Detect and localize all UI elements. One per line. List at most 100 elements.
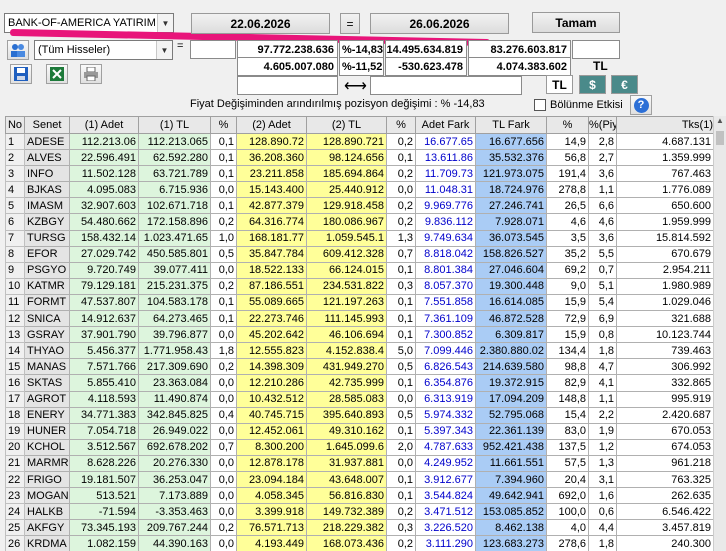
currency-tl-button[interactable]: TL	[546, 75, 573, 94]
scroll-up-arrow-icon[interactable]: ▲	[714, 116, 726, 130]
table-cell: 0,1	[386, 422, 416, 440]
table-cell: AKFGY	[24, 519, 70, 537]
column-header[interactable]: %	[210, 116, 237, 134]
table-cell: MOGAN	[24, 487, 70, 505]
table-row[interactable]: 22 FRIGO 19.181.507 36.253.047 0,0 23.094.184…	[5, 470, 713, 489]
table-cell: 22	[5, 470, 25, 489]
column-header[interactable]: (2) TL	[306, 116, 387, 134]
table-cell: 1,8	[588, 342, 617, 360]
table-row[interactable]: 17 AGROT 4.118.593 11.490.874 0,0 10.432.512 2…	[5, 390, 713, 408]
print-icon[interactable]	[80, 64, 102, 84]
column-header[interactable]: %	[546, 116, 589, 134]
data-grid[interactable]: No Senet (1) Adet (1) TL% (2) Adet (2) TL% Ade…	[5, 116, 713, 551]
table-row[interactable]: 14 THYAO 5.456.377 1.771.958.43 1,8 12.555.82…	[5, 342, 713, 360]
table-row[interactable]: 26 KRDMA 1.082.159 44.390.163 0,0 4.193.449 16…	[5, 535, 713, 551]
table-cell: KCHOL	[24, 438, 70, 456]
table-cell: 76.571.713	[236, 519, 307, 537]
table-cell: 12.210.286	[236, 374, 307, 392]
table-cell: 450.585.801	[138, 245, 211, 263]
table-cell: 218.229.382	[306, 519, 387, 537]
table-row[interactable]: 15 MANAS 7.571.766 217.309.690 0,2 14.398.309…	[5, 358, 713, 376]
summary-row3-field2[interactable]	[370, 76, 522, 95]
column-header[interactable]: No	[5, 116, 25, 134]
table-cell: 0,2	[386, 132, 416, 151]
table-cell: 148,8	[546, 390, 589, 408]
table-row[interactable]: 18 ENERY 34.771.383 342.845.825 0,4 40.745.71…	[5, 406, 713, 424]
date-to-field[interactable]: 26.06.2026	[370, 13, 509, 34]
swap-arrows-icon[interactable]: ⟷	[344, 76, 367, 96]
table-row[interactable]: 7 TURSG 158.432.14 1.023.471.65 1,0 168.181.7…	[5, 229, 713, 247]
date-from-field[interactable]: 22.06.2026	[191, 13, 330, 34]
currency-usd-button[interactable]: $	[579, 75, 606, 94]
table-cell: 66.124.015	[306, 261, 387, 279]
chevron-down-icon[interactable]: ▼	[156, 41, 172, 59]
table-cell: 1,9	[588, 422, 617, 440]
table-cell: 158.826.527	[475, 245, 547, 263]
table-row[interactable]: 13 GSRAY 37.901.790 39.796.877 0,0 45.202.642…	[5, 326, 713, 344]
save-icon[interactable]	[10, 64, 32, 84]
table-row[interactable]: 9 PSGYO 9.720.749 39.077.411 0,0 18.522.133 66…	[5, 261, 713, 279]
table-row[interactable]: 3 INFO 11.502.128 63.721.789 0,1 23.211.858 18…	[5, 165, 713, 183]
summary-row1-diff-text: 14.495.634.819	[386, 43, 463, 56]
table-cell: 112.213.06	[69, 132, 139, 151]
table-row[interactable]: 19 HUNER 7.054.718 26.949.022 0,0 12.452.061 4…	[5, 422, 713, 440]
table-cell: 215.231.375	[138, 277, 211, 295]
help-icon[interactable]: ?	[630, 95, 652, 115]
ok-button[interactable]: Tamam	[532, 12, 620, 33]
table-row[interactable]: 24 HALKB -71.594 -3.353.463 0,0 3.399.918 149.…	[5, 503, 713, 521]
split-checkbox[interactable]	[534, 99, 546, 111]
table-cell: -3.353.463	[138, 503, 211, 521]
table-cell: 11.661.551	[475, 454, 547, 472]
table-row[interactable]: 2 ALVES 22.596.491 62.592.280 0,1 36.208.360 9…	[5, 149, 713, 167]
table-cell: 0,1	[386, 326, 416, 344]
table-cell: 0,1	[386, 470, 416, 489]
table-row[interactable]: 4 BJKAS 4.095.083 6.715.936 0,0 15.143.400 25.…	[5, 181, 713, 199]
column-header[interactable]: Tks(1)	[616, 116, 713, 134]
users-icon[interactable]	[7, 40, 29, 60]
table-cell: 342.845.825	[138, 406, 211, 424]
excel-icon[interactable]	[46, 64, 68, 84]
table-cell: 0,0	[210, 454, 237, 472]
table-cell: 692,0	[546, 487, 589, 505]
column-header[interactable]: TL Fark	[475, 116, 547, 134]
table-row[interactable]: 12 SNICA 14.912.637 64.273.465 0,1 22.273.746…	[5, 310, 713, 328]
vertical-scrollbar[interactable]: ▲	[713, 116, 726, 551]
table-row[interactable]: 10 KATMR 79.129.181 215.231.375 0,2 87.186.55…	[5, 277, 713, 295]
table-cell: 23.363.084	[138, 374, 211, 392]
table-row[interactable]: 1 ADESE 112.213.06 112.213.065 0,1 128.890.72…	[5, 132, 713, 151]
table-row[interactable]: 23 MOGAN 513.521 7.173.889 0,0 4.058.345 56.81…	[5, 487, 713, 505]
summary-field-empty-1[interactable]	[190, 40, 236, 59]
table-cell: 34.771.383	[69, 406, 139, 424]
table-row[interactable]: 20 KCHOL 3.512.567 692.678.202 0,7 8.300.200 1…	[5, 438, 713, 456]
table-cell: 0,8	[588, 326, 617, 344]
table-row[interactable]: 16 SKTAS 5.855.410 23.363.084 0,0 12.210.286 4…	[5, 374, 713, 392]
table-row[interactable]: 6 KZBGY 54.480.662 172.158.896 0,2 64.316.774…	[5, 213, 713, 231]
column-header[interactable]: Senet	[24, 116, 70, 134]
column-header[interactable]: (1) Adet	[69, 116, 139, 134]
scroll-thumb[interactable]	[716, 131, 724, 145]
equals-button[interactable]: =	[340, 13, 360, 34]
table-cell: 0,1	[386, 149, 416, 167]
table-cell: 14,9	[546, 132, 589, 151]
table-cell: PSGYO	[24, 261, 70, 279]
summary-row3-field1[interactable]	[237, 76, 338, 95]
summary-field-empty-2[interactable]	[572, 40, 620, 59]
column-header[interactable]: (1) TL	[138, 116, 211, 134]
column-header[interactable]: Adet Fark	[415, 116, 476, 134]
table-row[interactable]: 25 AKFGY 73.345.193 209.767.244 0,2 76.571.71…	[5, 519, 713, 537]
column-header[interactable]: %(Piy	[588, 116, 617, 134]
table-cell: 56,8	[546, 149, 589, 167]
stock-filter-combo[interactable]: (Tüm Hisseler) ▼	[34, 40, 173, 60]
table-row[interactable]: 5 IMASM 32.907.603 102.671.718 0,1 42.877.379…	[5, 197, 713, 215]
table-row[interactable]: 11 FORMT 47.537.807 104.583.178 0,1 55.089.66…	[5, 293, 713, 312]
currency-eur-button[interactable]: €	[611, 75, 638, 94]
table-cell: 13.611.86	[415, 149, 476, 167]
table-row[interactable]: 21 MARMR 8.628.226 20.276.330 0,0 12.878.178 3…	[5, 454, 713, 472]
table-row[interactable]: 8 EFOR 27.029.742 450.585.801 0,5 35.847.784 6…	[5, 245, 713, 263]
chevron-down-icon[interactable]: ▼	[157, 14, 173, 32]
table-cell: 18.724.976	[475, 181, 547, 199]
table-cell: 15,9	[546, 293, 589, 312]
column-header[interactable]: %	[386, 116, 416, 134]
table-cell: 45.202.642	[236, 326, 307, 344]
column-header[interactable]: (2) Adet	[236, 116, 307, 134]
